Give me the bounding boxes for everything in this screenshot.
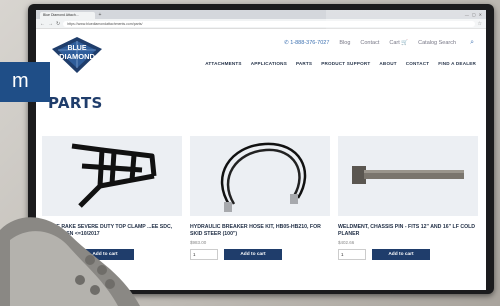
nav-about[interactable]: ABOUT <box>379 61 396 66</box>
nav-find-a-dealer[interactable]: FIND A DEALER <box>438 61 476 66</box>
contact-link[interactable]: Contact <box>360 40 379 46</box>
star-icon[interactable]: ☆ <box>478 21 482 27</box>
maximize-button[interactable]: ▢ <box>472 10 476 19</box>
product-name[interactable]: HYDRAULIC BREAKER HOSE KIT, HB05-HB210, … <box>190 224 330 238</box>
back-icon[interactable]: ← <box>40 21 45 27</box>
blog-link[interactable]: Blog <box>339 40 350 46</box>
product-name[interactable]: WELDMENT, CHASSIS PIN - FITS 12" AND 16"… <box>338 224 478 238</box>
logo-line1: BLUE <box>67 45 86 52</box>
product-image[interactable] <box>190 136 330 216</box>
product-price: $983.00 <box>190 240 207 245</box>
minimize-button[interactable]: — <box>465 10 469 19</box>
blue-diamond-logo[interactable]: BLUE DIAMOND <box>48 35 106 75</box>
phone-number: 1-888-376-7027 <box>290 40 330 46</box>
product-price: $402.66 <box>338 240 355 245</box>
product-card: HYDRAULIC BREAKER HOSE KIT, HB05-HB210, … <box>190 136 330 260</box>
search-icon[interactable]: ⌕ <box>470 39 474 47</box>
forward-icon[interactable]: → <box>48 21 53 27</box>
browser-tab[interactable]: Blue Diamond Attach... <box>40 12 95 19</box>
url-field[interactable]: https://www.bluediamondattachments.com/p… <box>63 20 475 27</box>
page-title: PARTS <box>48 94 103 112</box>
overlay-badge: m <box>0 62 50 102</box>
tab-bar: Blue Diamond Attach... + — ▢ ✕ <box>36 10 486 19</box>
product-card: WELDMENT, CHASSIS PIN - FITS 12" AND 16"… <box>338 136 478 260</box>
reload-icon[interactable]: ↻ <box>56 21 60 27</box>
nav-product-support[interactable]: PRODUCT SUPPORT <box>321 61 370 66</box>
buy-row: 1 Add to cart <box>338 249 478 260</box>
logo-line2: DIAMOND <box>59 52 95 61</box>
phone-link[interactable]: ✆ 1-888-376-7027 <box>284 40 329 46</box>
quantity-input[interactable]: 1 <box>338 249 366 260</box>
nav-attachments[interactable]: ATTACHMENTS <box>205 61 241 66</box>
drill-bit-object <box>0 217 140 306</box>
nav-applications[interactable]: APPLICATIONS <box>251 61 287 66</box>
add-to-cart-button[interactable]: Add to cart <box>224 249 282 260</box>
nav-contact[interactable]: CONTACT <box>406 61 430 66</box>
cart-icon: 🛒 <box>401 40 409 46</box>
window-controls: — ▢ ✕ <box>465 10 486 19</box>
site-header: BLUE DIAMOND ✆ 1-888-376-7027 Blog Conta… <box>36 29 486 81</box>
close-button[interactable]: ✕ <box>479 10 482 19</box>
nav-parts[interactable]: PARTS <box>296 61 312 66</box>
buy-row: 1 Add to cart <box>190 249 330 260</box>
new-tab-button[interactable]: + <box>97 12 103 19</box>
search-input[interactable]: Catalog Search <box>418 40 456 46</box>
cart-label: Cart <box>389 40 400 46</box>
product-image[interactable] <box>338 136 478 216</box>
cart-link[interactable]: Cart 🛒 <box>389 40 408 46</box>
main-nav: ATTACHMENTS APPLICATIONS PARTS PRODUCT S… <box>205 61 476 66</box>
catalog-search[interactable]: Catalog Search ⌕ <box>418 39 474 47</box>
address-bar: ← → ↻ https://www.bluediamondattachments… <box>36 19 486 29</box>
utility-bar: ✆ 1-888-376-7027 Blog Contact Cart 🛒 Cat… <box>284 39 474 47</box>
quantity-input[interactable]: 1 <box>190 249 218 260</box>
add-to-cart-button[interactable]: Add to cart <box>372 249 430 260</box>
